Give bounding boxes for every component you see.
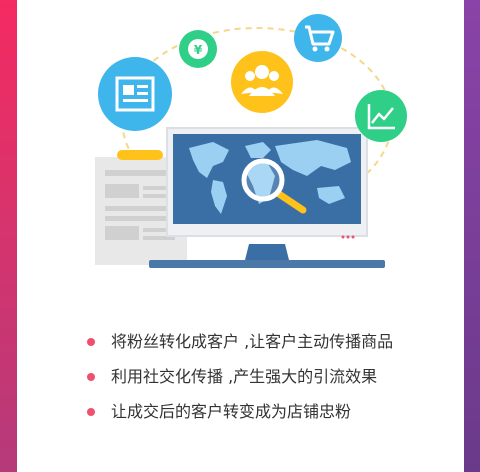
feature-text: 让成交后的客户转变成为店铺忠粉 (111, 402, 352, 421)
feature-text: 将粉丝转化成客户 ,让客户主动传播商品 (111, 332, 394, 351)
bullet-dot (87, 408, 95, 416)
feature-text: 利用社交化传播 ,产生强大的引流效果 (111, 367, 378, 386)
yuan-symbol: ¥ (194, 43, 203, 57)
feature-list: 将粉丝转化成客户 ,让客户主动传播商品 利用社交化传播 ,产生强大的引流效果 让… (87, 330, 393, 435)
users-icon (231, 51, 293, 113)
feature-item: 让成交后的客户转变成为店铺忠粉 (87, 400, 393, 424)
right-accent-strip (464, 0, 480, 472)
cart-icon (294, 14, 342, 62)
news-icon (98, 57, 172, 131)
bullet-dot (87, 338, 95, 346)
yuan-icon: ¥ (179, 30, 217, 68)
feature-item: 将粉丝转化成客户 ,让客户主动传播商品 (87, 330, 393, 354)
feature-item: 利用社交化传播 ,产生强大的引流效果 (87, 365, 393, 389)
social-marketing-illustration: ¥ (95, 14, 407, 268)
chart-icon (355, 90, 407, 142)
bullet-dot (87, 373, 95, 381)
content-card: ¥ 将粉丝转化成客户 ,让客户主动传播商品 利用社交化传播 ,产生强大的引流效果… (17, 0, 464, 472)
